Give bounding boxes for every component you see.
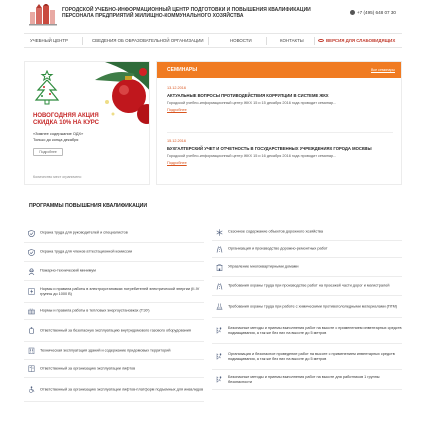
program-item[interactable]: Нормы и правила работы в тепловых энерго… bbox=[24, 303, 204, 320]
nav-item-training-center[interactable]: Учебный центр bbox=[30, 38, 68, 43]
program-label: Управление многоквартирными домами bbox=[228, 264, 299, 269]
nav-item-contacts[interactable]: Контакты bbox=[280, 38, 304, 43]
program-item[interactable]: Требования охраны труда при производстве… bbox=[212, 277, 402, 296]
program-item[interactable]: Нормы и правила работы в электроустановк… bbox=[24, 281, 204, 303]
seminar-date: 15.12.2016 bbox=[167, 139, 187, 143]
seminar-title[interactable]: Бухгалтерский учет и отчетность в госуда… bbox=[167, 146, 393, 151]
height-work-icon bbox=[216, 327, 223, 334]
road-icon bbox=[216, 282, 223, 290]
eye-icon bbox=[318, 39, 324, 42]
accessibility-version-label: Версия для слабовидящих bbox=[326, 38, 396, 43]
nav-divider bbox=[266, 37, 267, 45]
seminar-item: 15.12.2016 Бухгалтерский учет и отчетнос… bbox=[167, 139, 393, 165]
programs-list-left: Охрана труда для руководителей и специал… bbox=[24, 224, 204, 402]
promo-title: Новогодняя акция скидка 10% на курс bbox=[33, 113, 99, 126]
nav-item-organization-info[interactable]: Сведения об образовательной организации bbox=[92, 38, 204, 43]
seminar-description: Городской учебно-информационный центр ЖК… bbox=[167, 101, 337, 105]
main-navigation: Учебный центр Сведения об образовательно… bbox=[24, 33, 402, 48]
logo-icon[interactable] bbox=[29, 4, 57, 26]
phone-text: +7 (495) 648 07 30 bbox=[357, 10, 396, 15]
program-item[interactable]: Охрана труда для руководителей и специал… bbox=[24, 224, 204, 243]
seminar-more-link[interactable]: Подробнее bbox=[167, 161, 393, 165]
programs-title: Программы повышения квалификации bbox=[29, 203, 148, 209]
program-item[interactable]: Пожарно-технический минимум bbox=[24, 262, 204, 281]
apartment-icon bbox=[216, 263, 223, 271]
lightning-icon bbox=[28, 288, 35, 295]
program-label: Требования охраны труда при производстве… bbox=[228, 283, 390, 288]
program-item[interactable]: Ответственный за организацию эксплуатаци… bbox=[24, 360, 204, 378]
seminar-more-link[interactable]: Подробнее bbox=[167, 108, 393, 112]
program-item[interactable]: Безопасные методы и приемы выполнения ра… bbox=[212, 318, 402, 344]
program-item[interactable]: Безопасные методы и приемы выполнения ра… bbox=[212, 370, 402, 390]
road-icon bbox=[216, 245, 223, 253]
shield-check-icon bbox=[28, 229, 35, 237]
site-header: Городской учебно-информационный центр по… bbox=[0, 0, 425, 30]
program-label: Организация и производство дорожно-ремон… bbox=[228, 246, 328, 251]
program-item[interactable]: Организация и производство дорожно-ремон… bbox=[212, 241, 402, 258]
program-label: Техническая эксплуатация зданий и содерж… bbox=[40, 348, 171, 352]
promo-limited-note: Количество мест ограничено bbox=[33, 175, 82, 179]
seminar-item: 13.12.2016 Актуальные вопросы противодей… bbox=[167, 86, 393, 112]
elevator-icon bbox=[28, 365, 35, 372]
seminars-title: Семинары bbox=[167, 67, 198, 73]
promo-banner[interactable]: Новогодняя акция скидка 10% на курс «Зим… bbox=[24, 61, 150, 185]
program-item[interactable]: Сезонное содержание объектов дорожного х… bbox=[212, 224, 402, 241]
seminars-panel: Семинары Все семинары 13.12.2016 Актуаль… bbox=[156, 61, 402, 185]
promo-more-button[interactable]: Подробнее bbox=[33, 148, 63, 156]
program-item[interactable]: Требования охраны труда при работе с хим… bbox=[212, 296, 402, 318]
height-work-icon bbox=[216, 376, 223, 383]
program-label: Безопасные методы и приемы выполнения ра… bbox=[228, 374, 380, 384]
program-item[interactable]: Ответственный за безопасную эксплуатацию… bbox=[24, 320, 204, 342]
phone-number[interactable]: +7 (495) 648 07 30 bbox=[350, 10, 396, 15]
building-icon bbox=[28, 347, 35, 354]
program-label: Организация и безопасное проведение рабо… bbox=[228, 351, 395, 361]
radiator-icon bbox=[28, 307, 35, 315]
program-item[interactable]: Охрана труда для членов аттестационной к… bbox=[24, 243, 204, 262]
height-work-icon bbox=[216, 353, 223, 360]
shield-check-icon bbox=[28, 248, 35, 256]
program-label: Охрана труда для членов аттестационной к… bbox=[40, 249, 133, 254]
program-label: Безопасные методы и приемы выполнения ра… bbox=[228, 325, 402, 335]
program-label: Охрана труда для руководителей и специал… bbox=[40, 230, 128, 235]
accessibility-version-link[interactable]: Версия для слабовидящих bbox=[318, 38, 395, 43]
program-item[interactable]: Ответственный за организацию эксплуатаци… bbox=[24, 378, 204, 402]
nav-divider bbox=[208, 37, 209, 45]
firefighter-icon bbox=[28, 268, 35, 275]
christmas-tree-icon bbox=[34, 70, 60, 105]
promo-deadline: Только до конца декабря bbox=[33, 137, 79, 142]
program-label: Ответственный за безопасную эксплуатацию… bbox=[40, 328, 191, 332]
program-label: Ответственный за организацию эксплуатаци… bbox=[40, 387, 204, 391]
organization-name: Городской учебно-информационный центр по… bbox=[62, 7, 311, 19]
seminars-header: Семинары Все семинары bbox=[157, 62, 401, 78]
program-label: Пожарно-технический минимум bbox=[40, 268, 96, 273]
program-label: Ответственный за организацию эксплуатаци… bbox=[40, 366, 136, 370]
program-label: Сезонное содержание объектов дорожного х… bbox=[228, 229, 324, 234]
program-item[interactable]: Организация и безопасное проведение рабо… bbox=[212, 344, 402, 370]
program-item[interactable]: Управление многоквартирными домами bbox=[212, 258, 402, 277]
program-label: Нормы и правила работы в тепловых энерго… bbox=[40, 308, 150, 313]
gas-tank-icon bbox=[28, 327, 35, 334]
phone-icon bbox=[350, 10, 355, 15]
nav-item-news[interactable]: Новости bbox=[230, 38, 252, 43]
promo-course-name: «Зимнее содержание ОДХ» bbox=[33, 131, 84, 136]
divider bbox=[167, 132, 393, 133]
wheelchair-icon bbox=[28, 386, 35, 393]
chemical-icon bbox=[216, 303, 223, 310]
seminar-description: Городской учебно-информационный центр ЖК… bbox=[167, 154, 337, 158]
programs-list-right: Сезонное содержание объектов дорожного х… bbox=[212, 224, 402, 390]
all-seminars-link[interactable]: Все семинары bbox=[371, 68, 395, 72]
seminar-date: 13.12.2016 bbox=[167, 86, 187, 90]
program-label: Нормы и правила работы в электроустановк… bbox=[40, 286, 200, 296]
nav-divider bbox=[82, 37, 83, 45]
program-item[interactable]: Техническая эксплуатация зданий и содерж… bbox=[24, 342, 204, 360]
program-label: Требования охраны труда при работе с хим… bbox=[228, 304, 398, 308]
seminar-title[interactable]: Актуальные вопросы противодействия корру… bbox=[167, 93, 393, 98]
nav-divider bbox=[314, 37, 315, 45]
snowflake-icon bbox=[216, 228, 223, 236]
